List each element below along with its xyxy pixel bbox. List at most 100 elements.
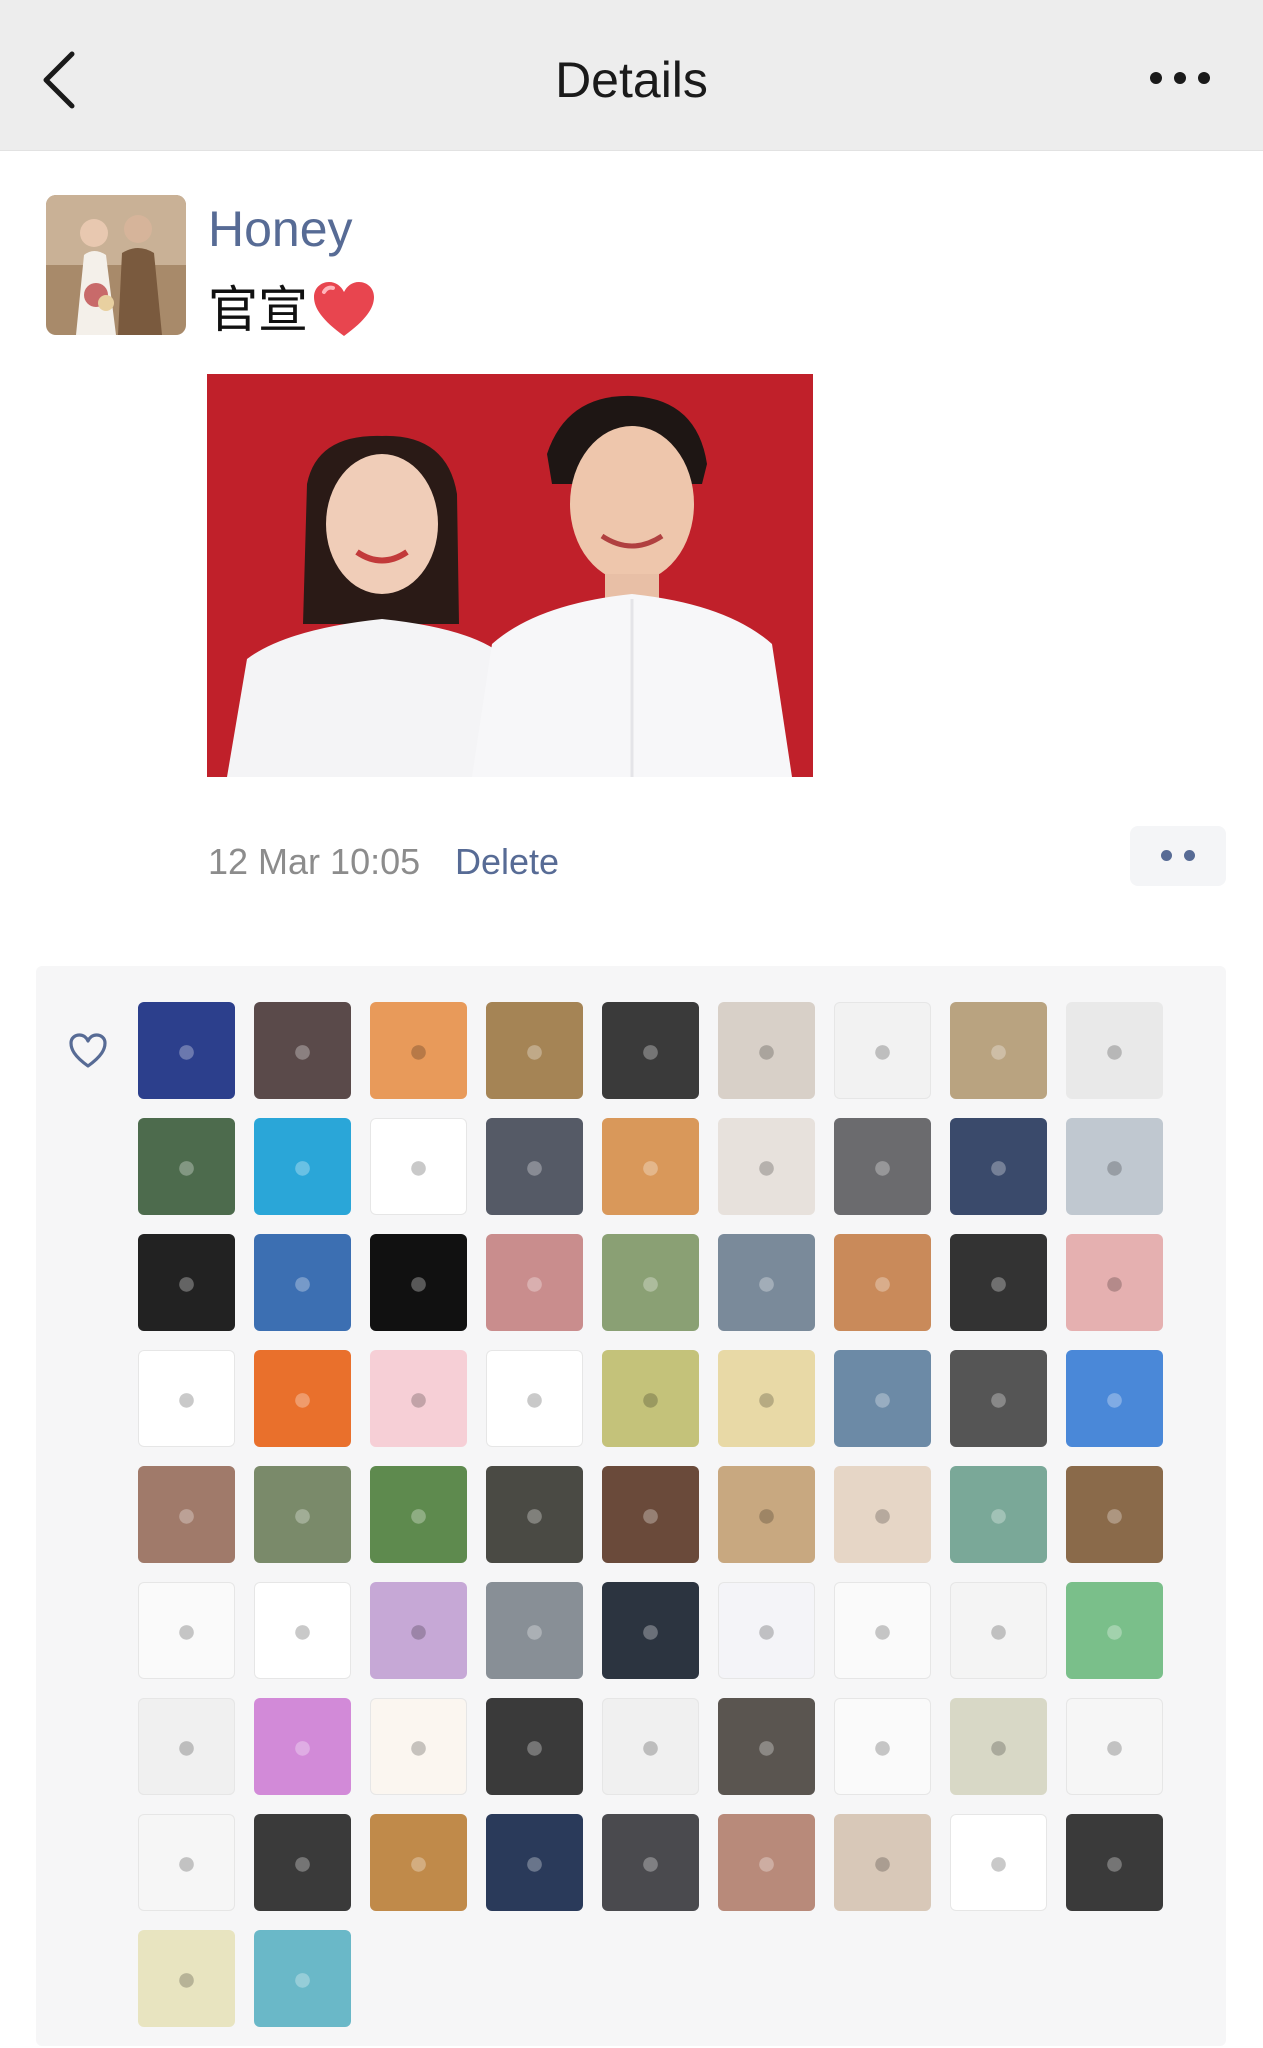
avatar-silhouette-icon: ●: [524, 1495, 545, 1534]
avatar-silhouette-icon: ●: [1104, 1379, 1125, 1418]
liker-avatar[interactable]: ●: [834, 1814, 931, 1911]
avatar-silhouette-icon: ●: [988, 1031, 1009, 1070]
liker-avatar[interactable]: ●: [602, 1466, 699, 1563]
liker-avatar[interactable]: ●: [254, 1466, 351, 1563]
avatar-silhouette-icon: ●: [988, 1495, 1009, 1534]
liker-avatar[interactable]: ●: [138, 1582, 235, 1679]
liker-avatar[interactable]: ●: [1066, 1814, 1163, 1911]
liker-avatar[interactable]: ●: [950, 1350, 1047, 1447]
liker-avatar[interactable]: ●: [486, 1698, 583, 1795]
liker-avatar[interactable]: ●: [254, 1002, 351, 1099]
more-options-button[interactable]: [1140, 58, 1220, 98]
liker-avatar[interactable]: ●: [138, 1118, 235, 1215]
liker-avatar[interactable]: ●: [950, 1582, 1047, 1679]
liker-avatar[interactable]: ●: [834, 1466, 931, 1563]
liker-avatar[interactable]: ●: [486, 1234, 583, 1331]
liker-avatar[interactable]: ●: [718, 1814, 815, 1911]
liker-avatar[interactable]: ●: [370, 1466, 467, 1563]
liker-avatar[interactable]: ●: [602, 1582, 699, 1679]
liker-avatar[interactable]: ●: [370, 1350, 467, 1447]
liker-avatar[interactable]: ●: [834, 1350, 931, 1447]
liker-avatar[interactable]: ●: [1066, 1466, 1163, 1563]
avatar-silhouette-icon: ●: [640, 1263, 661, 1302]
liker-avatar[interactable]: ●: [602, 1814, 699, 1911]
liker-avatar[interactable]: ●: [486, 1466, 583, 1563]
liker-avatar[interactable]: ●: [718, 1350, 815, 1447]
post-photo[interactable]: [207, 374, 813, 777]
liker-avatar[interactable]: ●: [950, 1466, 1047, 1563]
liker-avatar[interactable]: ●: [1066, 1698, 1163, 1795]
liker-avatar[interactable]: ●: [370, 1698, 467, 1795]
liker-avatar[interactable]: ●: [486, 1002, 583, 1099]
liker-avatar[interactable]: ●: [254, 1234, 351, 1331]
liker-avatar[interactable]: ●: [138, 1466, 235, 1563]
liker-avatar[interactable]: ●: [254, 1814, 351, 1911]
liker-avatar[interactable]: ●: [602, 1698, 699, 1795]
liker-avatar[interactable]: ●: [254, 1350, 351, 1447]
liker-avatar[interactable]: ●: [834, 1698, 931, 1795]
liker-avatar[interactable]: ●: [602, 1118, 699, 1215]
liker-avatar[interactable]: ●: [834, 1582, 931, 1679]
liker-avatar[interactable]: ●: [370, 1002, 467, 1099]
liker-avatar[interactable]: ●: [834, 1234, 931, 1331]
liker-avatar[interactable]: ●: [602, 1002, 699, 1099]
liker-avatar[interactable]: ●: [486, 1814, 583, 1911]
liker-avatar[interactable]: ●: [138, 1002, 235, 1099]
liker-avatar[interactable]: ●: [254, 1698, 351, 1795]
liker-avatar[interactable]: ●: [1066, 1118, 1163, 1215]
liker-avatar[interactable]: ●: [138, 1350, 235, 1447]
liker-avatar[interactable]: ●: [370, 1234, 467, 1331]
comment-like-menu-button[interactable]: [1130, 826, 1226, 886]
avatar-silhouette-icon: ●: [176, 1959, 197, 1998]
avatar-silhouette-icon: ●: [524, 1727, 545, 1766]
liker-avatar[interactable]: ●: [1066, 1350, 1163, 1447]
liker-avatar[interactable]: ●: [602, 1350, 699, 1447]
avatar-silhouette-icon: ●: [176, 1263, 197, 1302]
top-navigation-bar: Details: [0, 0, 1263, 151]
liker-avatar[interactable]: ●: [370, 1118, 467, 1215]
avatar-silhouette-icon: ●: [524, 1147, 545, 1186]
liker-avatar[interactable]: ●: [486, 1118, 583, 1215]
liker-avatar[interactable]: ●: [834, 1002, 931, 1099]
red-heart-emoji: [314, 282, 374, 336]
liker-avatar[interactable]: ●: [138, 1930, 235, 2027]
avatar-silhouette-icon: ●: [756, 1495, 777, 1534]
liker-avatar[interactable]: ●: [834, 1118, 931, 1215]
avatar-silhouette-icon: ●: [756, 1031, 777, 1070]
liker-avatar[interactable]: ●: [602, 1234, 699, 1331]
avatar-silhouette-icon: ●: [524, 1263, 545, 1302]
liker-avatar[interactable]: ●: [1066, 1234, 1163, 1331]
liker-avatar[interactable]: ●: [718, 1698, 815, 1795]
liker-avatar[interactable]: ●: [718, 1002, 815, 1099]
heart-outline-icon: [69, 1033, 107, 1068]
likes-panel: ● ● ● ● ● ● ● ● ● ● ● ● ● ● ● ● ● ● ● ● ● ● ● ● ● ● ● ● ● ● ● ● ● ● ● ● ● ● ● ●…: [36, 966, 1226, 2046]
liker-avatar[interactable]: ●: [718, 1118, 815, 1215]
liker-avatar[interactable]: ●: [254, 1582, 351, 1679]
liker-avatar[interactable]: ●: [486, 1582, 583, 1679]
delete-post-link[interactable]: Delete: [455, 840, 559, 884]
liker-avatar[interactable]: ●: [1066, 1582, 1163, 1679]
liker-avatar[interactable]: ●: [370, 1814, 467, 1911]
avatar-silhouette-icon: ●: [872, 1379, 893, 1418]
author-avatar[interactable]: [46, 195, 186, 335]
liker-avatar[interactable]: ●: [1066, 1002, 1163, 1099]
liker-avatar[interactable]: ●: [138, 1698, 235, 1795]
liker-avatar[interactable]: ●: [254, 1118, 351, 1215]
liker-avatar[interactable]: ●: [370, 1582, 467, 1679]
author-name-link[interactable]: Honey: [208, 200, 353, 258]
liker-avatar[interactable]: ●: [718, 1234, 815, 1331]
liker-avatar[interactable]: ●: [950, 1698, 1047, 1795]
liker-avatar[interactable]: ●: [254, 1930, 351, 2027]
liker-avatar[interactable]: ●: [950, 1118, 1047, 1215]
avatar-silhouette-icon: ●: [408, 1147, 429, 1186]
liker-avatar[interactable]: ●: [950, 1814, 1047, 1911]
avatar-silhouette-icon: ●: [292, 1727, 313, 1766]
liker-avatar[interactable]: ●: [138, 1814, 235, 1911]
liker-avatar[interactable]: ●: [950, 1234, 1047, 1331]
liker-avatar[interactable]: ●: [950, 1002, 1047, 1099]
liker-avatar[interactable]: ●: [138, 1234, 235, 1331]
liker-avatar[interactable]: ●: [718, 1582, 815, 1679]
liker-avatar[interactable]: ●: [718, 1466, 815, 1563]
avatar-silhouette-icon: ●: [640, 1031, 661, 1070]
liker-avatar[interactable]: ●: [486, 1350, 583, 1447]
